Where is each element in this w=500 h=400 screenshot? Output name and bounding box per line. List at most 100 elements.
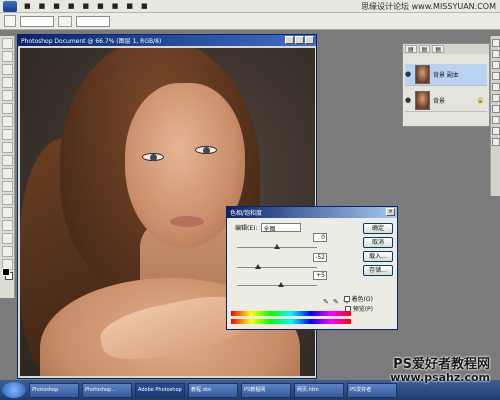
colorize-box[interactable] (343, 295, 350, 302)
swatches-icon[interactable] (492, 83, 500, 91)
current-tool-icon[interactable] (4, 15, 16, 27)
panel-tabs: ▤ ▤ ▤ (403, 44, 489, 54)
eraser-tool-icon[interactable] (2, 168, 13, 179)
type-tool-icon[interactable] (2, 233, 13, 244)
lock-icon: 🔒 (476, 97, 484, 104)
tool-presets-icon[interactable] (492, 127, 500, 135)
color-icon[interactable] (492, 72, 500, 80)
site-watermark-bottom: PS爱好者教程网 www.psahz.com (390, 357, 490, 385)
saturation-slider-thumb[interactable] (255, 264, 261, 269)
colorize-label: 着色(O) (351, 296, 373, 303)
actions-icon[interactable] (492, 116, 500, 124)
layer-row-background[interactable]: ● 背景 🔒 (405, 90, 487, 112)
history-brush-tool-icon[interactable] (2, 155, 13, 166)
menu-item-filter[interactable]: ■ (93, 2, 108, 10)
info-icon[interactable] (492, 50, 500, 58)
left-eye (142, 153, 164, 161)
spectrum-bar-top (231, 311, 351, 316)
lips (170, 216, 204, 227)
cancel-button[interactable]: 取消 (363, 237, 393, 248)
tool-preset-select[interactable] (20, 15, 54, 27)
photoshop-logo (3, 0, 17, 12)
histogram-icon[interactable] (492, 61, 500, 69)
pen-tool-icon[interactable] (2, 220, 13, 231)
move-tool-icon[interactable] (2, 38, 13, 49)
layer-row-copy[interactable]: ● 背景 副本 (405, 64, 487, 86)
crop-tool-icon[interactable] (2, 90, 13, 101)
tab-channels[interactable]: ▤ (418, 45, 431, 53)
tab-paths[interactable]: ▤ (432, 45, 445, 53)
mode-select[interactable] (76, 15, 110, 27)
path-selection-tool-icon[interactable] (2, 246, 13, 257)
taskbar-item[interactable]: PS教程网 (241, 382, 291, 398)
tab-layers[interactable]: ▤ (405, 45, 417, 53)
clone-stamp-tool-icon[interactable] (2, 142, 13, 153)
lightness-slider[interactable] (237, 282, 317, 287)
marquee-tool-icon[interactable] (2, 51, 13, 62)
dialog-title[interactable]: 色相/饱和度 (227, 207, 397, 218)
history-icon[interactable] (492, 105, 500, 113)
eyedropper-plus-icon[interactable]: ✎ (333, 299, 340, 306)
visibility-eye-icon[interactable]: ● (405, 71, 412, 78)
healing-brush-tool-icon[interactable] (2, 116, 13, 127)
foreground-color-swatch[interactable] (2, 268, 10, 276)
saturation-value-field[interactable]: -52 (313, 253, 327, 262)
tools-palette (0, 36, 15, 298)
right-eye (195, 146, 217, 154)
taskbar-item[interactable]: PS爱好者 (347, 382, 397, 398)
menu-item-help[interactable]: ■ (137, 2, 152, 10)
edit-label: 编辑(E): (235, 225, 258, 232)
layer-thumbnail (415, 65, 430, 84)
blur-tool-icon[interactable] (2, 194, 13, 205)
gradient-tool-icon[interactable] (2, 181, 13, 192)
menu-item-file[interactable]: ■ (20, 2, 35, 10)
edit-row: 编辑(E): 全图 (235, 223, 301, 233)
menu-item-view[interactable]: ■ (108, 2, 123, 10)
spectrum-bar-bottom (231, 319, 351, 324)
layer-thumbnail (415, 91, 430, 110)
taskbar-item[interactable]: Adobe Photoshop (135, 382, 185, 398)
options-bar (0, 13, 500, 30)
taskbar-item[interactable]: 教程.doc (188, 382, 238, 398)
navigator-icon[interactable] (492, 39, 500, 47)
lightness-value-field[interactable]: +5 (313, 271, 327, 280)
taskbar-item[interactable]: 网页.htm (294, 382, 344, 398)
saturation-slider[interactable] (237, 264, 317, 269)
document-title[interactable]: Photoshop Document @ 66.7% (图层 1, RGB/8) (18, 35, 316, 46)
maximize-button[interactable] (295, 36, 304, 44)
hue-slider-thumb[interactable] (274, 244, 280, 249)
watermark-line2: www.psahz.com (390, 371, 490, 385)
options-toggle-button[interactable] (58, 15, 72, 27)
edit-select[interactable]: 全图 (260, 223, 301, 233)
menu-item-image[interactable]: ■ (49, 2, 64, 10)
styles-icon[interactable] (492, 94, 500, 102)
close-button[interactable] (305, 36, 314, 44)
save-button[interactable]: 存储... (363, 265, 393, 276)
start-button[interactable] (2, 382, 26, 398)
slice-tool-icon[interactable] (2, 103, 13, 114)
taskbar-item[interactable]: Photoshop... (82, 382, 132, 398)
menu-item-select[interactable]: ■ (79, 2, 94, 10)
menu-item-layer[interactable]: ■ (64, 2, 79, 10)
site-watermark-top: 思缘设计论坛 www.MISSYUAN.COM (361, 2, 496, 11)
load-button[interactable]: 载入... (363, 251, 393, 262)
eyedropper-icon[interactable]: ✎ (323, 299, 330, 306)
brushes-icon[interactable] (492, 138, 500, 146)
palette-dock (490, 36, 500, 196)
menu-item-window[interactable]: ■ (122, 2, 137, 10)
hue-slider[interactable] (237, 244, 317, 249)
dialog-close-button[interactable]: × (386, 208, 395, 216)
lightness-slider-thumb[interactable] (278, 282, 284, 287)
magic-wand-tool-icon[interactable] (2, 77, 13, 88)
layer-name: 背景 副本 (433, 72, 459, 79)
minimize-button[interactable] (285, 36, 294, 44)
dodge-tool-icon[interactable] (2, 207, 13, 218)
hue-value-field[interactable]: 0 (313, 233, 327, 242)
ok-button[interactable]: 确定 (363, 223, 393, 234)
colorize-checkbox[interactable]: 着色(O) (343, 294, 373, 303)
menu-item-edit[interactable]: ■ (35, 2, 50, 10)
taskbar-item[interactable]: Photoshop (29, 382, 79, 398)
lasso-tool-icon[interactable] (2, 64, 13, 75)
visibility-eye-icon[interactable]: ● (405, 97, 412, 104)
brush-tool-icon[interactable] (2, 129, 13, 140)
